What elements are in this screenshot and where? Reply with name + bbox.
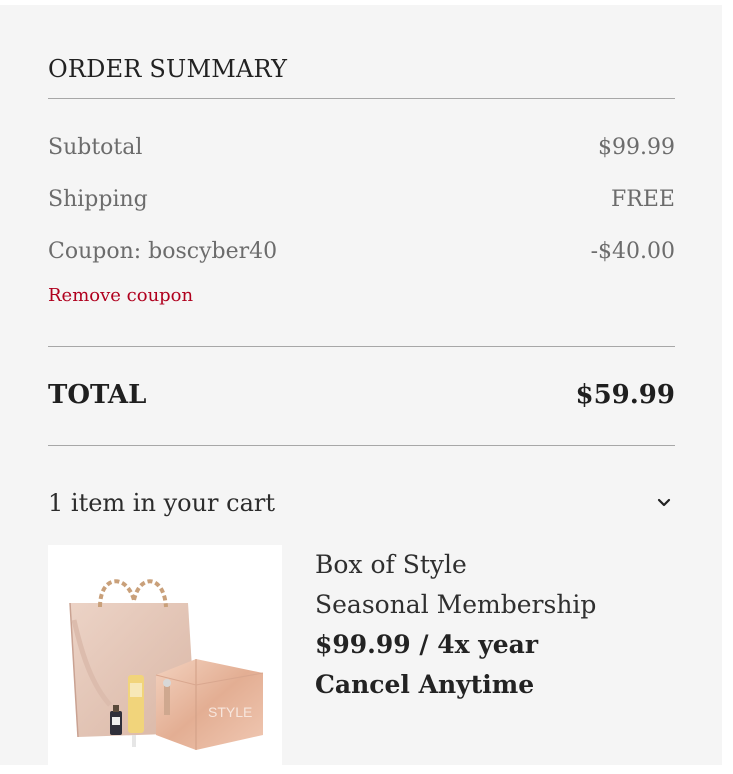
- shipping-row: Shipping FREE: [48, 187, 675, 212]
- subtotal-value: $99.99: [598, 135, 675, 160]
- total-row: TOTAL $59.99: [48, 380, 675, 410]
- product-photo-tote-bag-and-box: STYLE: [69, 579, 264, 750]
- product-price: $99.99 / 4x year: [315, 630, 539, 659]
- coupon-value: -$40.00: [590, 239, 675, 264]
- total-value: $59.99: [575, 380, 675, 410]
- shipping-value: FREE: [611, 187, 675, 212]
- product-details: Box of Style Seasonal Membership $99.99 …: [315, 545, 675, 705]
- product-name-line1: Box of Style: [315, 550, 467, 579]
- total-label: TOTAL: [48, 380, 147, 410]
- subtotal-label: Subtotal: [48, 135, 143, 160]
- coupon-label: Coupon: boscyber40: [48, 239, 278, 264]
- cart-items-toggle[interactable]: 1 item in your cart: [48, 489, 675, 517]
- shipping-label: Shipping: [48, 187, 148, 212]
- order-summary-panel: ORDER SUMMARY Subtotal $99.99 Shipping F…: [0, 5, 722, 770]
- subtotal-row: Subtotal $99.99: [48, 135, 675, 160]
- title-divider: [48, 98, 675, 99]
- order-summary-title: ORDER SUMMARY: [48, 55, 288, 83]
- total-divider: [48, 445, 675, 446]
- coupon-row: Coupon: boscyber40 -$40.00: [48, 239, 675, 264]
- remove-coupon-link[interactable]: Remove coupon: [48, 285, 193, 306]
- box-style-text: STYLE: [208, 704, 252, 720]
- cart-count-text: 1 item in your cart: [48, 489, 276, 517]
- product-name-line2: Seasonal Membership: [315, 590, 597, 619]
- product-cancel-note: Cancel Anytime: [315, 670, 535, 699]
- product-image: STYLE: [48, 545, 282, 770]
- chevron-down-icon[interactable]: [655, 494, 673, 512]
- summary-divider: [48, 346, 675, 347]
